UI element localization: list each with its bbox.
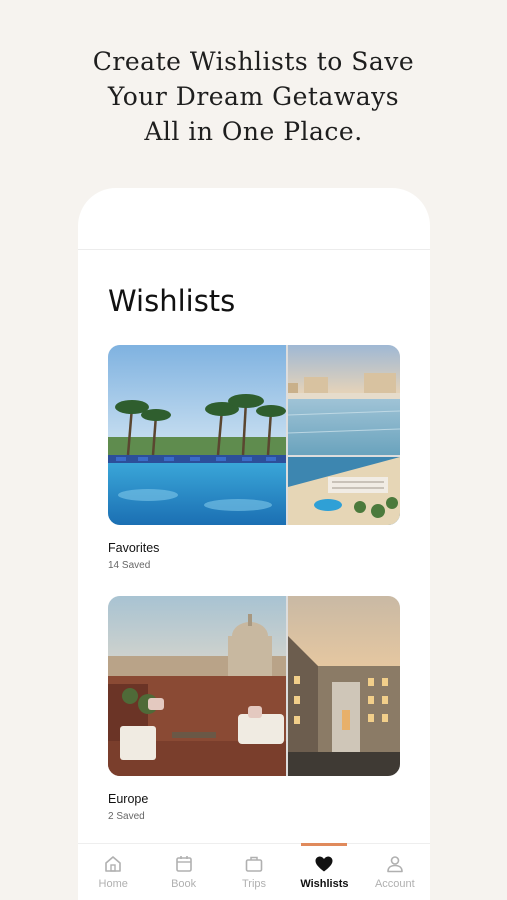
person-icon xyxy=(387,856,403,873)
tab-label: Home xyxy=(98,878,128,890)
tab-label: Trips xyxy=(241,878,267,890)
heart-icon xyxy=(315,856,333,872)
photo-resort-aerial xyxy=(288,457,400,525)
tab-wishlists[interactable]: Wishlists xyxy=(289,844,359,900)
tab-label: Book xyxy=(171,878,197,890)
wishlist-card-europe[interactable]: Europe 2 Saved xyxy=(108,596,400,822)
wishlist-card-favorites[interactable]: Favorites 14 Saved xyxy=(108,345,400,571)
tab-trips[interactable]: Trips xyxy=(219,844,289,900)
promo-headline: Create Wishlists to Save Your Dream Geta… xyxy=(0,44,507,149)
tab-label: Wishlists xyxy=(300,878,349,890)
calendar-icon xyxy=(175,856,192,872)
status-area xyxy=(78,188,430,250)
home-icon xyxy=(105,856,122,872)
headline-line-3: All in One Place. xyxy=(144,117,363,146)
page-title: Wishlists xyxy=(108,284,236,318)
bottom-tab-bar: Home Book Trips Wishlists Account xyxy=(78,843,430,900)
tab-book[interactable]: Book xyxy=(148,844,218,900)
wishlist-collage[interactable] xyxy=(108,596,400,776)
wishlist-collage[interactable] xyxy=(108,345,400,525)
wishlist-count: 2 Saved xyxy=(108,811,145,822)
wishlist-name: Favorites xyxy=(108,541,160,555)
photo-hotel-facade xyxy=(288,596,400,776)
tab-home[interactable]: Home xyxy=(78,844,148,900)
photo-venice-terrace xyxy=(108,596,286,776)
photo-pool-palms xyxy=(108,345,286,525)
wishlist-count: 14 Saved xyxy=(108,560,151,571)
wishlist-name: Europe xyxy=(108,792,149,806)
headline-line-2: Your Dream Getaways xyxy=(107,82,400,111)
phone-screen: Wishlists Favorites 14 Saved Europe 2 Sa… xyxy=(78,188,430,900)
headline-line-1: Create Wishlists to Save xyxy=(92,47,415,76)
suitcase-icon xyxy=(245,856,263,872)
tab-label: Account xyxy=(374,878,415,890)
tab-account[interactable]: Account xyxy=(360,844,430,900)
photo-beach-hotels xyxy=(288,345,400,455)
